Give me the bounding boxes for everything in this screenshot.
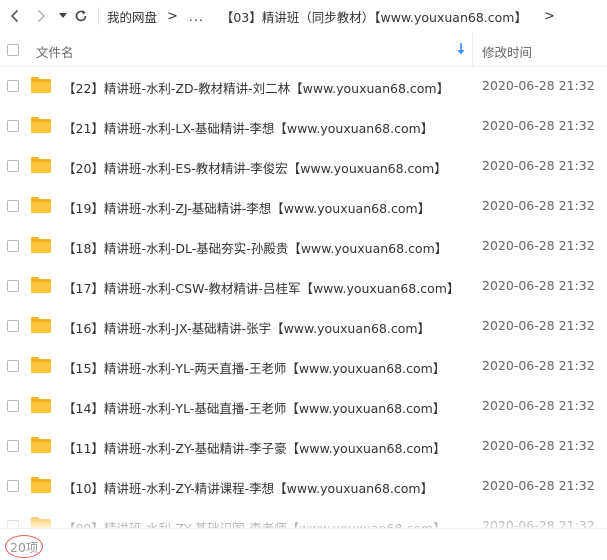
file-row[interactable]: 【17】精讲班-水利-CSW-教材精讲-吕桂军【www.youxuan68.co… [0, 266, 607, 306]
row-checkbox[interactable] [7, 480, 19, 492]
folder-icon [31, 117, 51, 133]
file-name[interactable]: 【22】精讲班-水利-ZD-教材精讲-刘二林【www.youxuan68.com… [63, 78, 449, 97]
file-row[interactable]: 【21】精讲班-水利-LX-基础精讲-李想【www.youxuan68.com】… [0, 106, 607, 146]
row-checkbox[interactable] [7, 120, 19, 132]
file-list: 【22】精讲班-水利-ZD-教材精讲-刘二林【www.youxuan68.com… [0, 66, 607, 546]
file-name[interactable]: 【18】精讲班-水利-DL-基础夯实-孙殿贵【www.youxuan68.com… [63, 238, 447, 257]
chevron-right-icon [37, 9, 46, 23]
back-button[interactable] [4, 4, 26, 28]
file-row[interactable]: 【10】精讲班-水利-ZY-精讲课程-李想【www.youxuan68.com】… [0, 466, 607, 506]
file-row[interactable]: 【14】精讲班-水利-YL-基础直播-王老师【www.youxuan68.com… [0, 386, 607, 426]
file-row[interactable]: 【22】精讲班-水利-ZD-教材精讲-刘二林【www.youxuan68.com… [0, 66, 607, 106]
file-name[interactable]: 【20】精讲班-水利-ES-教材精讲-李俊宏【www.youxuan68.com… [63, 158, 447, 177]
file-name[interactable]: 【14】精讲班-水利-YL-基础直播-王老师【www.youxuan68.com… [63, 398, 445, 417]
row-checkbox[interactable] [7, 160, 19, 172]
column-divider[interactable] [472, 33, 473, 66]
file-modified-time: 2020-06-28 21:32 [482, 238, 595, 253]
caret-down-icon [59, 13, 67, 18]
column-header-modified-time[interactable]: 修改时间 [482, 42, 532, 61]
file-row[interactable]: 【16】精讲班-水利-JX-基础精讲-张宇【www.youxuan68.com】… [0, 306, 607, 346]
file-modified-time: 2020-06-28 21:32 [482, 358, 595, 373]
file-modified-time: 2020-06-28 21:32 [482, 398, 595, 413]
file-modified-time: 2020-06-28 21:32 [482, 78, 595, 93]
folder-icon [31, 277, 51, 293]
row-checkbox[interactable] [7, 240, 19, 252]
file-modified-time: 2020-06-28 21:32 [482, 318, 595, 333]
breadcrumb-end-arrow[interactable]: > [544, 9, 555, 24]
breadcrumb-arrow: > [167, 8, 178, 24]
row-checkbox[interactable] [7, 360, 19, 372]
folder-icon [31, 157, 51, 173]
row-checkbox[interactable] [7, 320, 19, 332]
file-list-header: 文件名 修改时间 [0, 33, 607, 67]
folder-icon [31, 437, 51, 453]
file-name[interactable]: 【10】精讲班-水利-ZY-精讲课程-李想【www.youxuan68.com】 [63, 478, 433, 497]
folder-icon [31, 357, 51, 373]
refresh-icon [75, 10, 87, 22]
row-checkbox[interactable] [7, 400, 19, 412]
toolbar-divider [98, 7, 99, 25]
breadcrumb-root[interactable]: 我的网盘 [107, 7, 157, 26]
file-modified-time: 2020-06-28 21:32 [482, 198, 595, 213]
file-name[interactable]: 【11】精讲班-水利-ZY-基础精讲-李子豪【www.youxuan68.com… [63, 438, 446, 457]
item-count: 20项 [5, 535, 44, 558]
folder-icon [31, 317, 51, 333]
breadcrumb-ellipsis[interactable]: ... [189, 9, 204, 24]
column-header-name[interactable]: 文件名 [36, 42, 74, 61]
history-dropdown-button[interactable] [56, 4, 70, 28]
file-row[interactable]: 【11】精讲班-水利-ZY-基础精讲-李子豪【www.youxuan68.com… [0, 426, 607, 466]
file-row[interactable]: 【20】精讲班-水利-ES-教材精讲-李俊宏【www.youxuan68.com… [0, 146, 607, 186]
file-row[interactable]: 【18】精讲班-水利-DL-基础夯实-孙殿贵【www.youxuan68.com… [0, 226, 607, 266]
folder-icon [31, 477, 51, 493]
file-name[interactable]: 【16】精讲班-水利-JX-基础精讲-张宇【www.youxuan68.com】 [63, 318, 430, 337]
file-modified-time: 2020-06-28 21:32 [482, 158, 595, 173]
file-row[interactable]: 【15】精讲班-水利-YL-两天直播-王老师【www.youxuan68.com… [0, 346, 607, 386]
file-name[interactable]: 【21】精讲班-水利-LX-基础精讲-李想【www.youxuan68.com】 [63, 118, 433, 137]
file-name[interactable]: 【17】精讲班-水利-CSW-教材精讲-吕桂军【www.youxuan68.co… [63, 278, 459, 297]
file-row[interactable]: 【19】精讲班-水利-ZJ-基础精讲-李想【www.youxuan68.com】… [0, 186, 607, 226]
status-bar: 20项 [0, 528, 607, 560]
file-name[interactable]: 【19】精讲班-水利-ZJ-基础精讲-李想【www.youxuan68.com】 [63, 198, 430, 217]
chevron-left-icon [10, 9, 19, 23]
row-checkbox[interactable] [7, 440, 19, 452]
folder-icon [31, 197, 51, 213]
file-modified-time: 2020-06-28 21:32 [482, 118, 595, 133]
row-checkbox[interactable] [7, 80, 19, 92]
file-modified-time: 2020-06-28 21:32 [482, 438, 595, 453]
folder-icon [31, 77, 51, 93]
file-name[interactable]: 【15】精讲班-水利-YL-两天直播-王老师【www.youxuan68.com… [63, 358, 445, 377]
sort-down-arrow-icon[interactable] [456, 42, 466, 56]
breadcrumb-current[interactable]: 【03】精讲班（同步教材）【www.youxuan68.com】 [221, 7, 527, 26]
navigation-bar: 我的网盘 > ... 【03】精讲班（同步教材）【www.youxuan68.c… [0, 0, 607, 32]
row-checkbox[interactable] [7, 280, 19, 292]
file-modified-time: 2020-06-28 21:32 [482, 278, 595, 293]
select-all-checkbox[interactable] [7, 44, 19, 56]
forward-button[interactable] [30, 4, 52, 28]
row-checkbox[interactable] [7, 200, 19, 212]
refresh-button[interactable] [70, 4, 92, 28]
file-modified-time: 2020-06-28 21:32 [482, 478, 595, 493]
folder-icon [31, 397, 51, 413]
file-manager-window: 我的网盘 > ... 【03】精讲班（同步教材）【www.youxuan68.c… [0, 0, 607, 560]
folder-icon [31, 237, 51, 253]
